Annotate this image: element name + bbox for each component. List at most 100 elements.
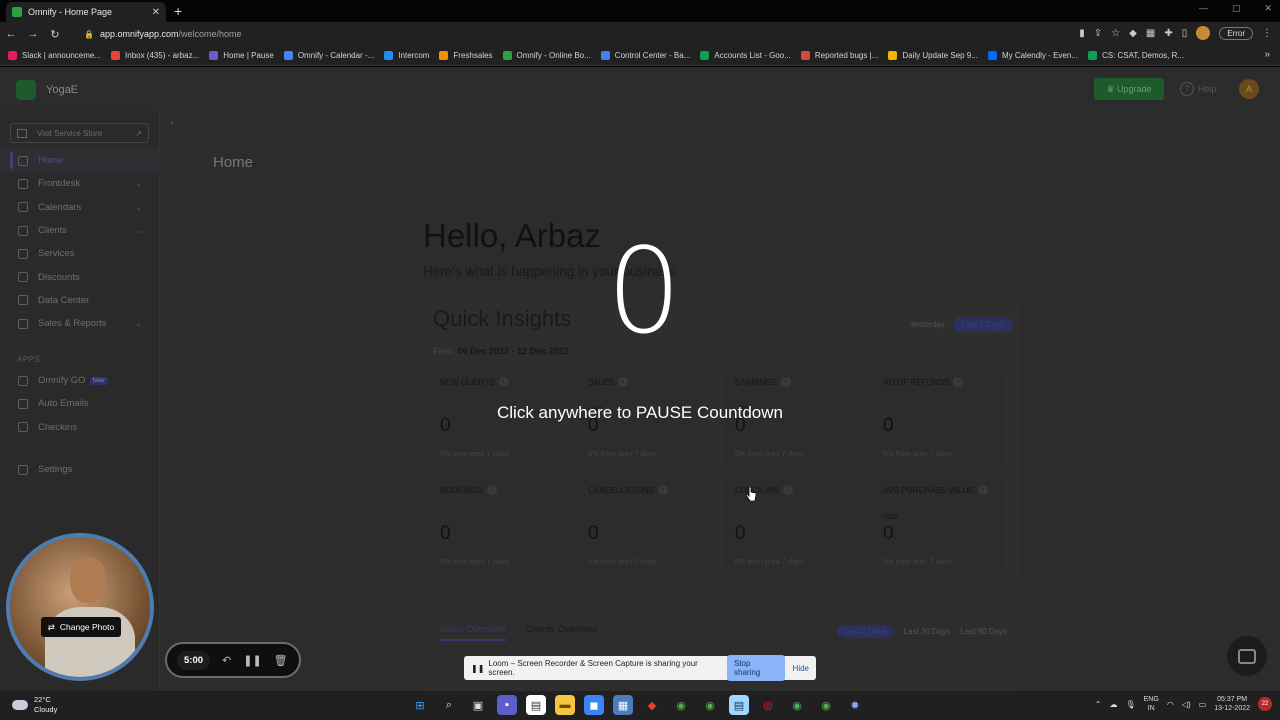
bookmark-item[interactable]: Daily Update Sep 9... (888, 51, 978, 60)
info-icon[interactable]: i (617, 377, 628, 387)
bookmark-item[interactable]: Inbox (435) - arbaz... (111, 51, 199, 60)
brand[interactable]: YogaE (16, 80, 78, 100)
opera-icon[interactable]: ◎ (758, 695, 778, 715)
error-button[interactable]: Error (1219, 26, 1253, 40)
sidebar-item-calendars[interactable]: Calendars ⌄ (0, 196, 160, 219)
info-icon[interactable]: i (953, 377, 964, 387)
info-icon[interactable]: i (783, 485, 794, 495)
volume-icon[interactable]: ◁) (1182, 700, 1191, 709)
bookmark-item[interactable]: Omnify - Online Bo... (502, 51, 591, 60)
tab-yesterday[interactable]: Yesterday (909, 320, 944, 329)
microphone-icon[interactable]: 🎙 (1125, 700, 1135, 709)
camera-icon[interactable]: ▮ (1079, 28, 1085, 39)
trash-icon[interactable]: 🗑 (274, 654, 288, 667)
range-last-30-days[interactable]: Last 30 Days (904, 627, 951, 636)
chrome-icon[interactable]: ◉ (671, 695, 691, 715)
back-icon[interactable]: ← (0, 28, 22, 40)
reload-icon[interactable]: ↻ (44, 28, 66, 41)
sidebar-item-settings[interactable]: Settings (0, 458, 160, 481)
battery-icon[interactable]: ▭ (1199, 700, 1207, 709)
help-button[interactable]: ? Help (1180, 82, 1217, 96)
tab-sales-overview[interactable]: Sales Overview (440, 624, 506, 641)
language-indicator[interactable]: ENG IN (1144, 695, 1159, 713)
bookmark-item[interactable]: Reported bugs |... (800, 51, 878, 60)
pause-icon[interactable]: ❚❚ (243, 654, 261, 667)
chat-button[interactable] (1227, 636, 1267, 676)
menu-icon[interactable]: ⋮ (1262, 28, 1272, 39)
bookmark-item[interactable]: Omnify - Calendar -... (283, 51, 374, 60)
wifi-icon[interactable]: ◠ (1167, 700, 1174, 709)
chrome-icon[interactable]: ◉ (787, 695, 807, 715)
clock[interactable]: 05:37 PM 13-12-2022 (1214, 695, 1250, 713)
pause-countdown-message[interactable]: Click anywhere to PAUSE Countdown (480, 403, 800, 423)
anydesk-icon[interactable]: ◆ (642, 695, 662, 715)
info-icon[interactable]: i (977, 485, 988, 495)
task-view-icon[interactable]: ▣ (468, 695, 488, 715)
extension-icon[interactable]: ◆ (1129, 28, 1137, 39)
sidebar-item-sales-reports[interactable]: Sales & Reports ⌄ (0, 312, 160, 335)
notifications-badge[interactable]: 22 (1258, 697, 1272, 711)
bookmark-item[interactable]: CS: CSAT, Demos, R... (1087, 51, 1184, 60)
minimize-icon[interactable]: — (1199, 3, 1208, 14)
more-bookmarks-icon[interactable]: » (1264, 49, 1270, 60)
chrome-icon[interactable]: ◉ (816, 695, 836, 715)
range-last-90-days[interactable]: Last 90 Days (960, 627, 1007, 636)
windows-start-icon[interactable]: ⊞ (410, 695, 430, 715)
hide-button[interactable]: Hide (793, 664, 809, 673)
loom-camera-bubble[interactable] (6, 533, 154, 681)
address-bar[interactable]: 🔒 app.omnifyapp.com/welcome/home (76, 25, 1056, 43)
tab-clients-overview[interactable]: Clients Overview (526, 624, 597, 641)
undo-icon[interactable]: ↶ (222, 654, 231, 667)
info-icon[interactable]: i (498, 377, 509, 387)
close-tab-icon[interactable]: ✕ (152, 7, 160, 18)
browser-tab[interactable]: Omnify - Home Page ✕ (6, 2, 166, 22)
chevron-up-icon[interactable]: ⌃ (1095, 700, 1102, 709)
sidebar-item-discounts[interactable]: Discounts (0, 265, 160, 288)
weather-widget[interactable]: 22°C Cloudy (12, 695, 57, 715)
sidebar-item-home[interactable]: Home (0, 149, 160, 173)
change-photo-button[interactable]: ⇄ Change Photo (41, 617, 121, 637)
chrome-icon[interactable]: ◉ (700, 695, 720, 715)
puzzle-icon[interactable]: ✚ (1164, 28, 1172, 39)
onedrive-icon[interactable]: ☁ (1109, 700, 1117, 709)
bookmark-item[interactable]: My Calendly - Even... (987, 51, 1078, 60)
stop-sharing-button[interactable]: Stop sharing (727, 655, 785, 681)
info-icon[interactable]: i (658, 485, 669, 495)
bookmark-item[interactable]: Slack | announceme... (8, 51, 101, 60)
file-explorer-icon[interactable]: ▬ (555, 695, 575, 715)
bookmark-item[interactable]: Intercom (384, 51, 429, 60)
new-tab-button[interactable]: + (174, 3, 182, 19)
tab-last-7-days[interactable]: Last 7 Days (952, 317, 1013, 332)
forward-icon[interactable]: → (22, 28, 44, 40)
range-last-7-days[interactable]: Last 7 Days (837, 625, 894, 638)
info-icon[interactable]: i (486, 485, 497, 495)
settings-app-icon[interactable]: ✹ (845, 695, 865, 715)
store-icon[interactable]: ◼ (584, 695, 604, 715)
calculator-icon[interactable]: ▦ (613, 695, 633, 715)
teams-icon[interactable]: ▪ (497, 695, 517, 715)
sidebar-item-services[interactable]: Services (0, 242, 160, 265)
sidebar-item-omnify-go[interactable]: Omnify GO New (0, 369, 160, 392)
sidepanel-icon[interactable]: ▯ (1182, 28, 1188, 39)
account-avatar[interactable]: A (1239, 79, 1259, 99)
bookmark-item[interactable]: Control Center - Ba... (600, 51, 690, 60)
search-icon[interactable]: ⌕ (439, 695, 459, 715)
visit-service-store-button[interactable]: Visit Service Store ↗ (10, 123, 149, 143)
bookmark-item[interactable]: Accounts List - Goo... (700, 51, 791, 60)
upgrade-button[interactable]: ♛ Upgrade (1094, 78, 1164, 100)
info-icon[interactable]: i (780, 377, 791, 387)
sidebar-item-data-center[interactable]: Data Center (0, 289, 160, 312)
bookmark-item[interactable]: Home | Pause (209, 51, 274, 60)
sidebar-item-checkins[interactable]: Checkins (0, 416, 160, 439)
maximize-icon[interactable]: ▢ (1232, 3, 1241, 14)
bookmark-star-icon[interactable]: ☆ (1111, 28, 1120, 39)
share-icon[interactable]: ⇪ (1094, 28, 1102, 39)
app-icon[interactable]: ▤ (526, 695, 546, 715)
close-window-icon[interactable]: ✕ (1264, 3, 1272, 14)
countdown-number[interactable]: 0 (596, 232, 692, 350)
notepad-icon[interactable]: ▤ (729, 695, 749, 715)
collapse-sidebar-icon[interactable]: ‹ (166, 117, 178, 129)
profile-avatar[interactable] (1196, 26, 1211, 40)
bookmark-item[interactable]: Freshsales (439, 51, 493, 60)
sidebar-item-auto-emails[interactable]: Auto Emails (0, 392, 160, 415)
